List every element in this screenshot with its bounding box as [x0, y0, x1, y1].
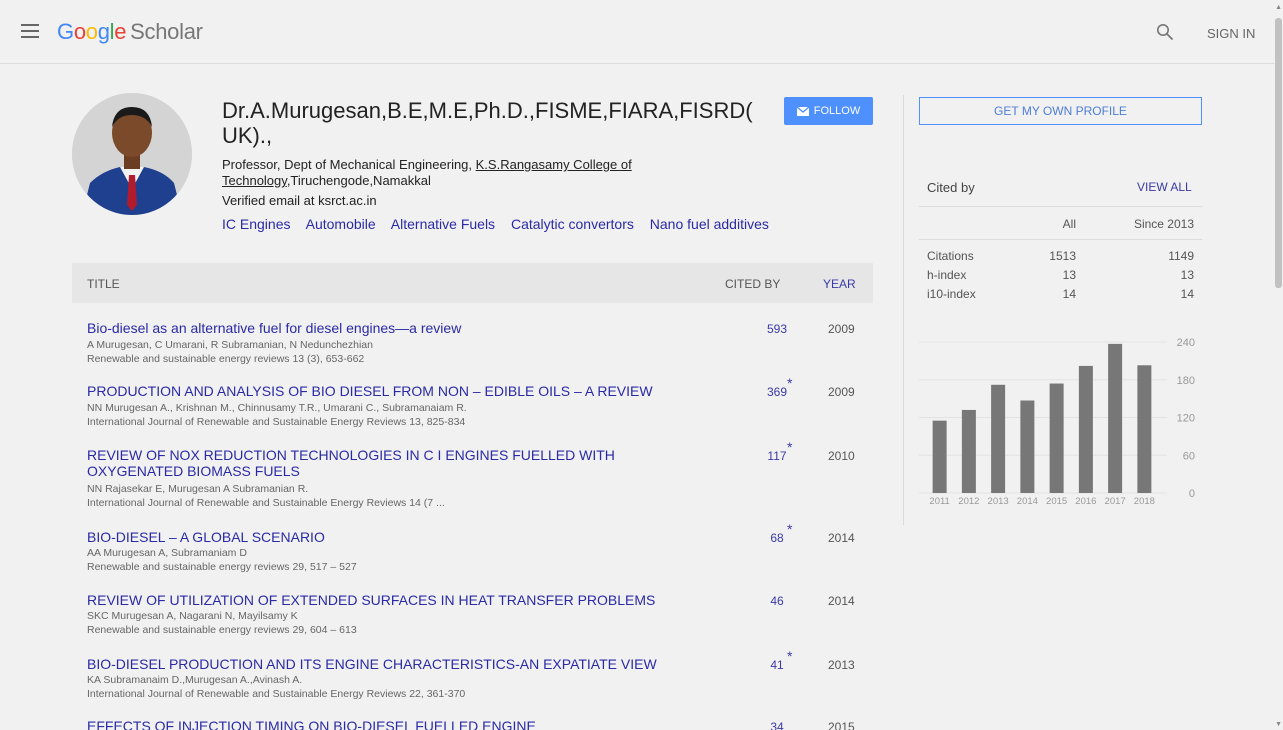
chart-y-tick-label: 240	[1177, 337, 1195, 349]
article-authors: AA Murugesan A, Subramaniam D	[87, 547, 247, 559]
article-authors: NN Rajasekar E, Murugesan A Subramanian …	[87, 483, 309, 495]
mail-icon	[796, 106, 809, 116]
chart-y-tick-label: 60	[1183, 450, 1195, 462]
article-title-link[interactable]: Bio-diesel as an alternative fuel for di…	[87, 320, 707, 336]
sign-in-button[interactable]: SIGN IN	[1207, 26, 1255, 41]
chart-y-tick-label: 120	[1177, 413, 1195, 425]
article-year: 2010	[828, 449, 855, 463]
profile-name: Dr.A.Murugesan,B.E,M.E,Ph.D.,FISME,FIARA…	[222, 98, 753, 148]
chart-y-tick-label: 180	[1177, 375, 1195, 387]
hamburger-menu-icon[interactable]	[21, 24, 39, 38]
col-all: All	[1062, 217, 1076, 231]
interest-link[interactable]: Catalytic convertors	[511, 216, 634, 232]
article-title-link[interactable]: BIO-DIESEL PRODUCTION AND ITS ENGINE CHA…	[87, 656, 707, 672]
article-authors: KA Subramanaim D.,Murugesan A.,Avinash A…	[87, 674, 303, 686]
interest-link[interactable]: IC Engines	[222, 216, 290, 232]
chart-x-tick-label: 2011	[929, 496, 949, 507]
sort-by-cited[interactable]: CITED BY	[725, 277, 780, 291]
citations-per-year-chart: 0 60 120 180 240 2011 2012 2013 2014 2015 2016 2017…	[919, 337, 1195, 507]
article-title-link[interactable]: EFFECTS OF INJECTION TIMING ON BIO-DIESE…	[87, 718, 707, 730]
chart-x-tick-label: 2016	[1075, 496, 1096, 507]
interest-link[interactable]: Nano fuel additives	[650, 216, 769, 232]
interest-link[interactable]: Automobile	[306, 216, 376, 232]
chart-bar	[1137, 365, 1152, 493]
cited-by-count[interactable]: 34	[757, 720, 797, 730]
col-since: Since 2013	[1133, 217, 1194, 231]
column-divider	[903, 95, 904, 525]
page-scrollbar[interactable]: ▲ ▼	[1274, 0, 1283, 730]
merged-citation-star[interactable]: *	[787, 521, 792, 537]
chart-bar	[1078, 365, 1093, 493]
chart-bar	[932, 420, 947, 493]
sort-by-year[interactable]: YEAR	[823, 277, 856, 291]
chart-bar	[991, 384, 1006, 493]
article-year: 2009	[828, 322, 855, 336]
chart-x-tick-label: 2013	[988, 496, 1009, 507]
article-venue: International Journal of Renewable and S…	[87, 688, 466, 700]
article-title-link[interactable]: REVIEW OF NOX REDUCTION TECHNOLOGIES IN …	[87, 447, 707, 479]
stats-row-h-index: h-index 13 13	[927, 268, 1194, 282]
top-bar: Google Scholar SIGN IN	[0, 0, 1283, 64]
follow-button[interactable]: FOLLOW	[784, 97, 873, 125]
article-venue: International Journal of Renewable and S…	[87, 416, 466, 428]
articles-table-header: TITLE CITED BY YEAR	[72, 263, 873, 303]
profile-affiliation: Professor, Dept of Mechanical Engineerin…	[222, 157, 632, 188]
merged-citation-star[interactable]: *	[787, 439, 792, 455]
google-scholar-logo[interactable]: Google Scholar	[57, 19, 203, 45]
chart-bar	[1108, 343, 1123, 493]
chart-x-tick-label: 2014	[1017, 496, 1038, 507]
merged-citation-star[interactable]: *	[787, 375, 792, 391]
scroll-up-icon[interactable]: ▲	[1275, 4, 1282, 11]
article-year: 2013	[828, 658, 855, 672]
profile-photo	[72, 93, 192, 215]
chart-x-tick-label: 2017	[1105, 496, 1126, 507]
chart-y-tick-label: 0	[1189, 488, 1195, 500]
article-venue: Renewable and sustainable energy reviews…	[87, 353, 365, 365]
article-venue: Renewable and sustainable energy reviews…	[87, 624, 357, 636]
scroll-thumb[interactable]	[1275, 18, 1282, 288]
chart-bar	[961, 409, 976, 493]
cited-by-count[interactable]: 46	[757, 594, 797, 608]
chart-x-tick-label: 2015	[1046, 496, 1067, 507]
article-title-link[interactable]: PRODUCTION AND ANALYSIS OF BIO DIESEL FR…	[87, 383, 707, 399]
research-interests: IC Engines Automobile Alternative Fuels …	[222, 216, 781, 232]
article-authors: SKC Murugesan A, Nagarani N, Mayilsamy K	[87, 610, 298, 622]
article-authors: NN Murugesan A., Krishnan M., Chinnusamy…	[87, 402, 467, 414]
sort-by-title[interactable]: TITLE	[87, 277, 120, 291]
chart-x-tick-label: 2012	[958, 496, 979, 507]
article-year: 2014	[828, 594, 855, 608]
get-my-own-profile-button[interactable]: GET MY OWN PROFILE	[919, 97, 1202, 125]
citation-stats-table: All Since 2013 Citations 1513 1149 h-ind…	[919, 206, 1202, 303]
stats-row-i10-index: i10-index 14 14	[927, 287, 1194, 301]
interest-link[interactable]: Alternative Fuels	[391, 216, 495, 232]
article-title-link[interactable]: REVIEW OF UTILIZATION OF EXTENDED SURFAC…	[87, 592, 707, 608]
article-year: 2014	[828, 531, 855, 545]
chart-x-tick-label: 2018	[1134, 496, 1155, 507]
chart-bar	[1049, 383, 1064, 493]
cited-by-heading: Cited by	[927, 180, 975, 195]
merged-citation-star[interactable]: *	[787, 648, 792, 664]
chart-bar	[1020, 400, 1035, 493]
article-venue: Renewable and sustainable energy reviews…	[87, 561, 357, 573]
article-year: 2015	[828, 720, 855, 730]
view-all-link[interactable]: VIEW ALL	[1137, 180, 1192, 194]
scroll-down-icon[interactable]: ▼	[1275, 721, 1282, 728]
stats-row-citations: Citations 1513 1149	[927, 249, 1194, 263]
stats-header: All Since 2013	[919, 207, 1202, 239]
follow-label: FOLLOW	[813, 105, 861, 117]
cited-by-count[interactable]: 593	[757, 322, 797, 336]
search-icon[interactable]	[1156, 23, 1174, 41]
article-authors: A Murugesan, C Umarani, R Subramanian, N…	[87, 339, 373, 351]
article-year: 2009	[828, 385, 855, 399]
verified-email: Verified email at ksrct.ac.in	[222, 193, 377, 208]
article-title-link[interactable]: BIO-DIESEL – A GLOBAL SCENARIO	[87, 529, 707, 545]
article-venue: International Journal of Renewable and S…	[87, 497, 445, 509]
